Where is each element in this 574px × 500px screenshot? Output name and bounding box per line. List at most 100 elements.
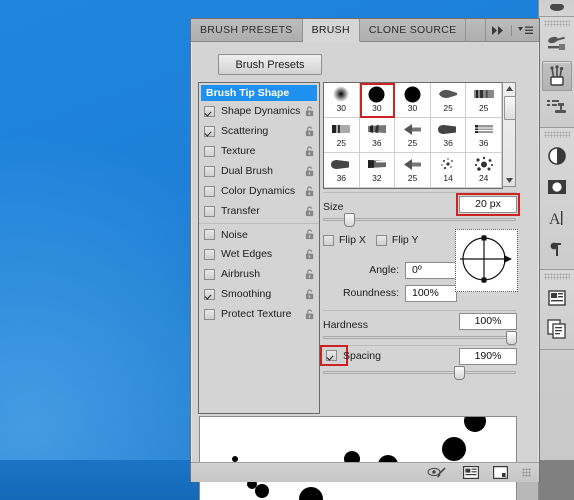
- brush-option-label: Protect Texture: [221, 308, 292, 320]
- brush-option-row[interactable]: Scattering: [199, 121, 319, 141]
- hardness-slider[interactable]: [323, 331, 518, 345]
- brush-option-row[interactable]: Color Dynamics: [199, 181, 319, 201]
- brush-option-row[interactable]: Dual Brush: [199, 161, 319, 181]
- brush-tip-cell[interactable]: 25: [395, 118, 431, 153]
- brush-tip-cell[interactable]: 14: [430, 153, 467, 188]
- brush-tip-cell[interactable]: 25: [324, 118, 360, 153]
- hardness-slider-track: [323, 336, 516, 339]
- panel-body: Brush Presets Brush Tip Shape Shape Dyna…: [191, 42, 539, 500]
- flip-x-checkbox[interactable]: Flip X: [323, 234, 366, 246]
- brush-option-checkbox[interactable]: [204, 308, 215, 320]
- hardness-value-field[interactable]: 100%: [459, 313, 517, 330]
- brush-option-checkbox[interactable]: [204, 288, 215, 300]
- brush-option-label: Transfer: [221, 205, 260, 217]
- flip-y-label: Flip Y: [391, 234, 419, 246]
- brush-tip-size: 25: [407, 173, 418, 183]
- brush-presets-button[interactable]: Brush Presets: [218, 54, 322, 75]
- brush-option-row[interactable]: Wet Edges: [199, 244, 319, 264]
- hardness-slider-thumb[interactable]: [506, 331, 518, 345]
- scroll-down-arrow-icon[interactable]: [503, 175, 515, 186]
- brush-option-checkbox[interactable]: [204, 165, 215, 177]
- preview-dot: [255, 484, 269, 498]
- lock-icon: [305, 125, 314, 136]
- dock-item-brush-jar-icon[interactable]: [542, 61, 572, 91]
- size-value-field[interactable]: 20 px: [456, 193, 520, 216]
- spacing-slider[interactable]: [323, 366, 516, 380]
- brush-tip-cell[interactable]: 25: [395, 153, 431, 188]
- preview-dot: [442, 437, 466, 461]
- spacing-checkbox-box[interactable]: [326, 350, 337, 361]
- scrollbar-thumb[interactable]: [504, 96, 516, 120]
- brush-option-row[interactable]: Texture: [199, 141, 319, 161]
- dock-item-character-icon[interactable]: A: [542, 203, 572, 233]
- spacing-value: 190%: [474, 350, 502, 362]
- resize-grip-icon[interactable]: [522, 468, 531, 477]
- size-slider-thumb[interactable]: [344, 213, 356, 227]
- divider-above-hardness: [323, 310, 516, 311]
- flip-x-box[interactable]: [323, 234, 334, 246]
- brush-panel: BRUSH PRESETS BRUSH CLONE SOURCE Brush P…: [190, 18, 540, 500]
- roundness-value-field[interactable]: 100%: [405, 285, 457, 302]
- brush-tip-cell[interactable]: 36: [359, 118, 396, 153]
- brush-option-row[interactable]: Transfer: [199, 201, 319, 221]
- dock-item-duplicate-layers-icon[interactable]: [542, 314, 572, 344]
- brush-option-checkbox[interactable]: [204, 268, 215, 280]
- dock-item-layer-comps-icon[interactable]: [542, 283, 572, 313]
- brush-option-row[interactable]: Airbrush: [199, 264, 319, 284]
- dock-item-adjustments-icon[interactable]: [542, 141, 572, 171]
- brush-tip-cell[interactable]: 24: [466, 153, 502, 188]
- brush-option-checkbox[interactable]: [204, 205, 215, 217]
- tab-brush[interactable]: BRUSH: [302, 19, 360, 42]
- hardness-label: Hardness: [323, 319, 368, 331]
- brush-option-row[interactable]: Shape Dynamics: [199, 101, 319, 121]
- spacing-checkbox[interactable]: [320, 345, 348, 366]
- brush-tip-size: 25: [336, 138, 347, 148]
- brush-tip-shape-header[interactable]: Brush Tip Shape: [201, 85, 317, 101]
- brush-tip-cell[interactable]: 25: [466, 83, 502, 118]
- brush-option-row[interactable]: Protect Texture: [199, 304, 319, 324]
- scroll-up-arrow-icon[interactable]: [503, 83, 515, 94]
- open-preset-manager-icon[interactable]: [463, 466, 479, 479]
- dock-item-history-icon[interactable]: [539, 0, 574, 17]
- brush-option-checkbox[interactable]: [204, 185, 215, 197]
- brush-option-checkbox[interactable]: [204, 145, 215, 157]
- brush-tip-cell[interactable]: 36: [430, 118, 467, 153]
- dock-item-paragraph-icon[interactable]: [542, 234, 572, 264]
- brush-grid-scrollbar[interactable]: [502, 82, 516, 187]
- brush-option-checkbox[interactable]: [204, 248, 215, 260]
- panel-menu-icon[interactable]: [518, 26, 533, 35]
- lock-icon: [305, 185, 314, 196]
- brush-tip-cell[interactable]: 25: [430, 83, 467, 118]
- brush-option-checkbox[interactable]: [204, 229, 215, 240]
- brush-tip-cell[interactable]: 36: [466, 118, 502, 153]
- dock-grip[interactable]: [544, 20, 570, 27]
- divider: [511, 24, 512, 36]
- dock-item-clone-stamp-list-icon[interactable]: [542, 92, 572, 122]
- create-new-brush-icon[interactable]: [493, 466, 508, 479]
- brush-option-row[interactable]: Noise: [199, 223, 319, 244]
- angle-value-field[interactable]: 0º: [405, 262, 457, 279]
- spacing-value-field[interactable]: 190%: [459, 348, 517, 365]
- brush-tip-cell[interactable]: 36: [324, 153, 360, 188]
- toggle-brush-preview-icon[interactable]: [427, 466, 449, 479]
- brush-option-checkbox[interactable]: [204, 105, 215, 117]
- brush-option-row[interactable]: Smoothing: [199, 284, 319, 304]
- brush-tip-cell[interactable]: 30: [395, 83, 431, 118]
- flip-y-checkbox[interactable]: Flip Y: [375, 234, 419, 246]
- brush-tip-cell[interactable]: 30: [324, 83, 360, 118]
- flip-y-box[interactable]: [375, 234, 387, 246]
- dock-item-tool-presets-icon[interactable]: [542, 30, 572, 60]
- double-arrow-right-icon[interactable]: [492, 25, 505, 35]
- size-slider[interactable]: [323, 213, 516, 227]
- tab-brush-presets[interactable]: BRUSH PRESETS: [191, 19, 303, 41]
- brush-tip-cell[interactable]: 32: [359, 153, 396, 188]
- brush-tip-cell[interactable]: 30: [359, 83, 396, 118]
- dock-grip-3[interactable]: [544, 273, 570, 280]
- dock-grip-2[interactable]: [544, 131, 570, 138]
- tab-clone-source[interactable]: CLONE SOURCE: [359, 19, 467, 41]
- dock-item-masks-icon[interactable]: [542, 172, 572, 202]
- angle-roundness-preview[interactable]: [455, 229, 518, 292]
- brush-tip-size: 36: [336, 173, 347, 183]
- brush-option-checkbox[interactable]: [204, 125, 215, 137]
- spacing-slider-thumb[interactable]: [454, 366, 466, 380]
